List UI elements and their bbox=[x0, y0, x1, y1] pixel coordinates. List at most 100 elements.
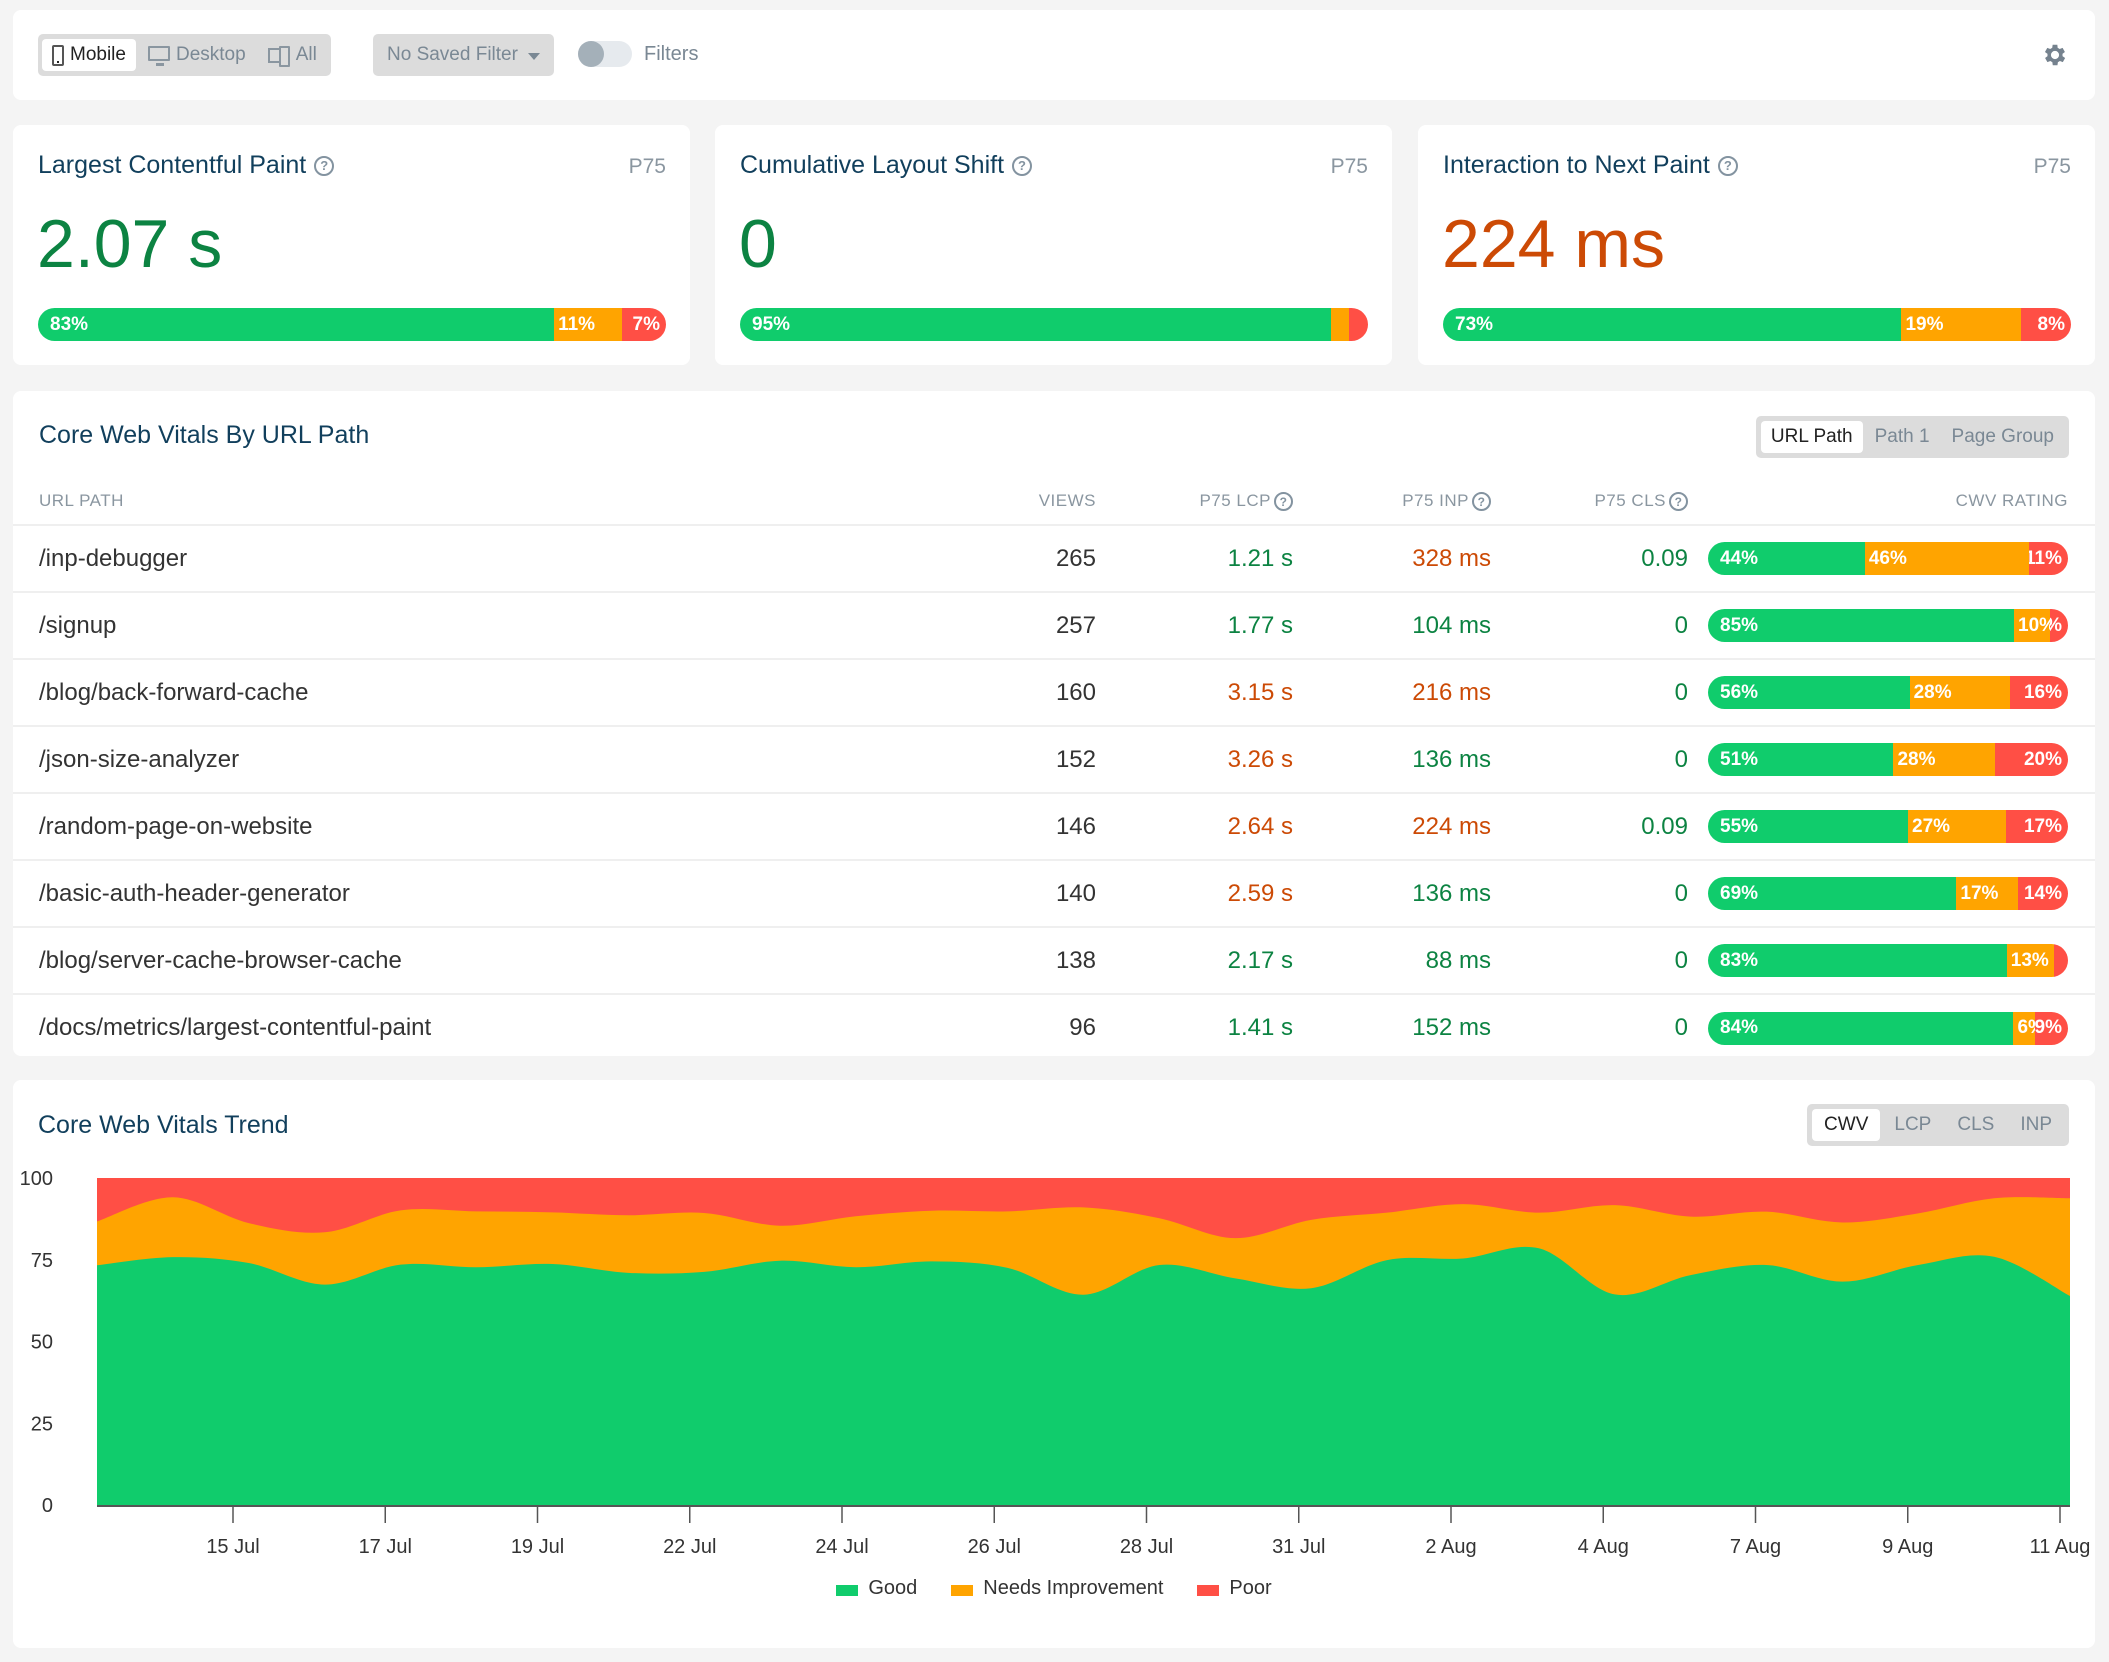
cell-cls: 0 bbox=[1491, 926, 1688, 994]
legend-item-needs-improvement[interactable]: Needs Improvement bbox=[951, 1577, 1163, 1600]
rating-segment-poor[interactable]: 9% bbox=[2035, 1011, 2068, 1045]
table-row[interactable]: /inp-debugger 265 1.21 s 328 ms 0.09 44% 46% 11… bbox=[13, 524, 2095, 592]
legend-item-good[interactable]: Good bbox=[836, 1577, 917, 1600]
rating-segment-good[interactable]: 56% bbox=[1708, 676, 1910, 709]
rating-segment-poor[interactable] bbox=[2053, 944, 2068, 977]
x-tick-label: 15 Jul bbox=[206, 1536, 259, 1558]
x-tick-label: 26 Jul bbox=[968, 1536, 1021, 1558]
cell-url-path[interactable]: /blog/back-forward-cache bbox=[13, 658, 976, 726]
help-icon[interactable]: ? bbox=[1717, 155, 1738, 176]
table-row[interactable]: /signup2571.77 s104 ms0 85%10%5% bbox=[13, 591, 2095, 659]
percentile-label: P75 bbox=[628, 155, 666, 178]
rating-segment-needs-improvement[interactable]: 17% bbox=[1956, 877, 2018, 910]
saved-filter-dropdown[interactable]: No Saved Filter bbox=[373, 34, 554, 76]
rating-segment-needs-improvement[interactable]: 46% bbox=[1864, 542, 2029, 575]
rating-segment-good[interactable]: 44% bbox=[1708, 542, 1865, 575]
device-option-label: Desktop bbox=[175, 44, 246, 65]
all-devices-icon bbox=[267, 45, 290, 67]
cell-cwv-rating: 83% 13% bbox=[1688, 926, 2095, 994]
rating-segment-poor[interactable] bbox=[1349, 308, 1368, 341]
rating-segment-poor[interactable]: 8% bbox=[2020, 308, 2071, 341]
rating-segment-needs-improvement[interactable]: 27% bbox=[1908, 810, 2007, 843]
rating-segment-poor[interactable]: 14% bbox=[2017, 877, 2068, 910]
cell-url-path[interactable]: /json-size-analyzer bbox=[13, 725, 976, 793]
rating-bar: 56% 28% 16% bbox=[1708, 676, 2068, 709]
column-header-inp[interactable]: P75 INP? bbox=[1293, 478, 1491, 525]
table-row[interactable]: /basic-auth-header-generator 140 2.59 s 136… bbox=[13, 859, 2095, 927]
grouping-option-path-1[interactable]: Path 1 bbox=[1865, 421, 1940, 453]
help-icon[interactable]: ? bbox=[1274, 492, 1293, 511]
metric-card-inp: Interaction to Next Paint ? P75 224 ms 7… bbox=[1418, 125, 2095, 365]
rating-segment-good[interactable]: 51% bbox=[1708, 743, 1894, 776]
rating-segment-poor[interactable]: 11% bbox=[2028, 542, 2068, 575]
rating-segment-good[interactable]: 69% bbox=[1708, 877, 1957, 910]
metric-title: Interaction to Next Paint ? bbox=[1443, 151, 1738, 180]
rating-segment-poor[interactable]: 7% bbox=[622, 308, 666, 341]
rating-segment-needs-improvement[interactable] bbox=[1330, 308, 1350, 341]
legend-item-poor[interactable]: Poor bbox=[1197, 1577, 1272, 1600]
grouping-option-page-group[interactable]: Page Group bbox=[1942, 421, 2064, 453]
cell-views: 96 bbox=[976, 993, 1096, 1061]
rating-segment-good[interactable]: 55% bbox=[1708, 810, 1908, 843]
gear-icon[interactable] bbox=[2041, 41, 2069, 69]
help-icon[interactable]: ? bbox=[1012, 155, 1033, 176]
table-row[interactable]: /docs/metrics/largest-contentful-paint 96… bbox=[13, 993, 2095, 1061]
device-option-all[interactable]: All bbox=[258, 39, 327, 71]
cell-inp: 328 ms bbox=[1293, 524, 1491, 592]
cell-inp: 136 ms bbox=[1293, 859, 1491, 927]
rating-segment-good[interactable]: 83% bbox=[38, 308, 555, 341]
column-header-lcp[interactable]: P75 LCP? bbox=[1096, 478, 1293, 525]
table-row[interactable]: /json-size-analyzer 152 3.26 s 136 ms 0 51% 28… bbox=[13, 725, 2095, 793]
cell-url-path[interactable]: /inp-debugger bbox=[13, 524, 976, 592]
x-tick-label: 9 Aug bbox=[1882, 1536, 1933, 1558]
grouping-option-url-path[interactable]: URL Path bbox=[1760, 421, 1863, 453]
rating-segment-needs-improvement[interactable]: 6% bbox=[2013, 1011, 2036, 1045]
column-header-rating[interactable]: CWV RATING bbox=[1688, 478, 2095, 525]
x-tick-label: 24 Jul bbox=[815, 1536, 868, 1558]
column-header-cls[interactable]: P75 CLS? bbox=[1491, 478, 1688, 525]
rating-segment-good[interactable]: 95% bbox=[740, 308, 1331, 341]
help-icon[interactable]: ? bbox=[1472, 492, 1491, 511]
metric-title: Largest Contentful Paint ? bbox=[38, 151, 335, 180]
rating-segment-good[interactable]: 85% bbox=[1708, 609, 2014, 642]
rating-segment-poor[interactable]: 16% bbox=[2010, 676, 2068, 709]
cell-url-path[interactable]: /blog/server-cache-browser-cache bbox=[13, 926, 976, 994]
rating-segment-poor[interactable]: 17% bbox=[2006, 810, 2068, 843]
rating-segment-good[interactable]: 84% bbox=[1708, 1011, 2014, 1045]
table-row[interactable]: /blog/server-cache-browser-cache 138 2.17 … bbox=[13, 926, 2095, 994]
cell-url-path[interactable]: /random-page-on-website bbox=[13, 792, 976, 860]
cell-inp: 216 ms bbox=[1293, 658, 1491, 726]
rating-segment-poor[interactable]: 20% bbox=[1995, 743, 2068, 776]
rating-bar: 55% 27% 17% bbox=[1708, 810, 2068, 843]
rating-segment-needs-improvement[interactable]: 10% bbox=[2014, 609, 2050, 642]
device-option-mobile[interactable]: Mobile bbox=[42, 39, 136, 71]
cell-url-path[interactable]: /docs/metrics/largest-contentful-paint bbox=[13, 993, 976, 1061]
toggle-switch[interactable] bbox=[578, 41, 632, 67]
rating-bar-track: 55% 27% 17% bbox=[1708, 810, 2068, 843]
metric-value: 0 bbox=[739, 206, 777, 282]
rating-bar: 69% 17% 14% bbox=[1708, 877, 2068, 910]
table-row[interactable]: /random-page-on-website 146 2.64 s 224 ms 0.… bbox=[13, 792, 2095, 860]
rating-segment-needs-improvement[interactable]: 28% bbox=[1893, 743, 1996, 776]
rating-segment-good[interactable]: 83% bbox=[1708, 944, 2007, 977]
help-icon[interactable]: ? bbox=[1669, 492, 1688, 511]
x-tick-label: 22 Jul bbox=[663, 1536, 716, 1558]
rating-segment-needs-improvement[interactable]: 13% bbox=[2006, 944, 2054, 977]
rating-bar-track: 56% 28% 16% bbox=[1708, 676, 2068, 709]
y-tick-label: 50 bbox=[31, 1332, 53, 1354]
rating-segment-needs-improvement[interactable]: 28% bbox=[1909, 676, 2011, 709]
table-row[interactable]: /blog/back-forward-cache 160 3.15 s 216 ms 0… bbox=[13, 658, 2095, 726]
rating-segment-needs-improvement[interactable]: 11% bbox=[554, 308, 623, 341]
cell-url-path[interactable]: /basic-auth-header-generator bbox=[13, 859, 976, 927]
rating-bar: 51% 28% 20% bbox=[1708, 743, 2068, 776]
legend-label: Poor bbox=[1229, 1577, 1272, 1599]
device-option-desktop[interactable]: Desktop bbox=[138, 39, 256, 71]
column-header-views[interactable]: VIEWS bbox=[976, 478, 1096, 525]
column-header-path[interactable]: URL PATH bbox=[13, 478, 976, 525]
rating-segment-poor[interactable]: 5% bbox=[2050, 609, 2068, 642]
filters-toggle[interactable]: Filters bbox=[578, 41, 698, 67]
rating-segment-needs-improvement[interactable]: 19% bbox=[1901, 308, 2021, 341]
help-icon[interactable]: ? bbox=[314, 155, 335, 176]
cell-url-path[interactable]: /signup bbox=[13, 591, 976, 659]
rating-segment-good[interactable]: 73% bbox=[1443, 308, 1902, 341]
